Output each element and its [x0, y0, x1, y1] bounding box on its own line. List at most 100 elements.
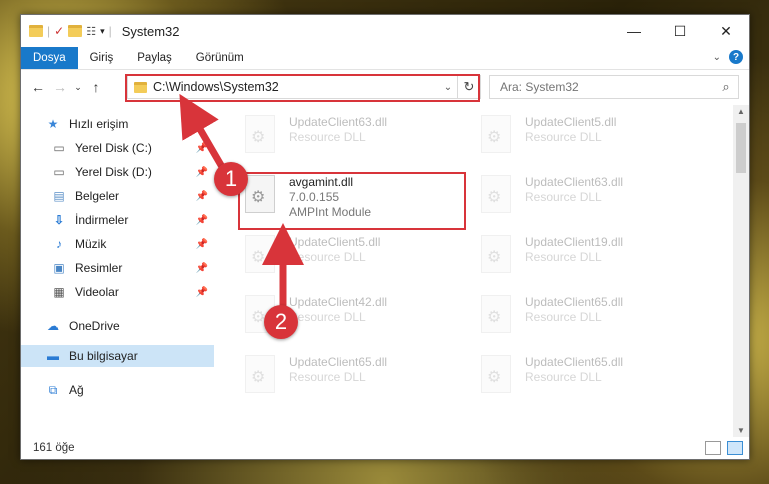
sidebar-item-this-pc[interactable]: ▬ Bu bilgisayar — [21, 345, 214, 367]
file-description: Resource DLL — [525, 190, 602, 204]
separator: | — [108, 24, 112, 38]
sidebar-item-onedrive[interactable]: ☁ OneDrive — [21, 315, 214, 337]
videos-icon: ▦ — [53, 285, 65, 299]
pin-icon[interactable]: 📌 — [196, 143, 208, 154]
file-item[interactable]: ⚙ UpdateClient63.dll Resource DLL — [243, 115, 471, 165]
tab-home[interactable]: Giriş — [78, 47, 126, 69]
file-item[interactable]: ⚙ UpdateClient19.dll Resource DLL — [479, 235, 707, 285]
file-name: UpdateClient5.dll — [525, 115, 617, 129]
music-icon: ♪ — [56, 237, 62, 251]
file-name: UpdateClient5.dll — [289, 235, 381, 249]
file-description: Resource DLL — [525, 310, 602, 324]
sidebar-item-label: Belgeler — [75, 189, 120, 203]
dll-file-icon: ⚙ — [243, 355, 277, 395]
pin-icon[interactable]: 📌 — [196, 167, 208, 178]
sidebar-item-music[interactable]: ♪ Müzik 📌 — [21, 233, 214, 255]
pin-icon[interactable]: 📌 — [196, 239, 208, 250]
file-item[interactable]: ⚙ UpdateClient5.dll Resource DLL — [479, 115, 707, 165]
forward-arrow-icon[interactable]: → — [49, 79, 71, 95]
star-icon: ★ — [47, 117, 59, 131]
new-folder-icon[interactable] — [68, 25, 83, 37]
file-item[interactable]: ⚙ UpdateClient65.dll Resource DLL — [479, 355, 707, 405]
sidebar-item-drive-c[interactable]: ▭ Yerel Disk (C:) 📌 — [21, 137, 214, 159]
customize-toolbar-icon[interactable]: ▾ — [100, 26, 105, 37]
sidebar-item-label: Hızlı erişim — [69, 117, 129, 131]
file-description: Resource DLL — [289, 250, 366, 264]
file-description: Resource DLL — [525, 130, 602, 144]
search-input[interactable] — [490, 79, 714, 95]
minimize-button[interactable]: — — [611, 15, 657, 47]
scrollbar-thumb[interactable] — [736, 123, 746, 173]
computer-icon: ▬ — [47, 349, 59, 363]
sidebar-item-downloads[interactable]: ⇩ İndirmeler 📌 — [21, 209, 214, 231]
pin-icon[interactable]: 📌 — [196, 263, 208, 274]
sidebar-item-label: Resimler — [75, 261, 123, 275]
file-description: Resource DLL — [289, 310, 366, 324]
address-highlight-box — [125, 74, 480, 102]
file-name: UpdateClient65.dll — [289, 355, 388, 369]
file-description: Resource DLL — [525, 250, 602, 264]
view-switcher — [705, 441, 743, 455]
sidebar-item-network[interactable]: ⧉ Ağ — [21, 379, 214, 401]
properties-icon[interactable]: ✓ — [54, 24, 64, 38]
dll-file-icon: ⚙ — [243, 235, 277, 275]
cloud-icon: ☁ — [47, 319, 59, 333]
dll-file-icon: ⚙ — [243, 115, 277, 155]
back-arrow-icon[interactable]: ← — [27, 79, 49, 95]
sidebar-item-label: OneDrive — [69, 319, 120, 333]
sidebar-item-pictures[interactable]: ▣ Resimler 📌 — [21, 257, 214, 279]
file-item[interactable]: ⚙ UpdateClient5.dll Resource DLL — [243, 235, 471, 285]
file-name: UpdateClient65.dll — [525, 295, 624, 309]
documents-icon: ▤ — [53, 189, 65, 203]
up-arrow-icon[interactable]: ↑ — [85, 79, 107, 95]
details-view-icon[interactable] — [705, 441, 721, 455]
dll-file-icon: ⚙ — [479, 115, 513, 155]
file-name: UpdateClient63.dll — [525, 175, 624, 189]
dll-file-icon: ⚙ — [479, 295, 513, 335]
help-icon[interactable]: ? — [729, 50, 743, 64]
close-button[interactable]: ✕ — [703, 15, 749, 47]
sidebar-item-label: Müzik — [75, 237, 107, 251]
sidebar-item-videos[interactable]: ▦ Videolar 📌 — [21, 281, 214, 303]
dll-file-icon: ⚙ — [479, 175, 513, 215]
file-description: Resource DLL — [525, 370, 602, 384]
network-icon: ⧉ — [48, 382, 58, 397]
pin-icon[interactable]: 📌 — [196, 191, 208, 202]
scroll-up-icon[interactable]: ▲ — [733, 107, 749, 116]
title-bar: | ✓ ☷ ▾ | System32 — ☐ ✕ — [21, 15, 749, 47]
tab-file[interactable]: Dosya — [21, 47, 78, 69]
pin-icon[interactable]: 📌 — [196, 287, 208, 298]
file-item[interactable]: ⚙ UpdateClient63.dll Resource DLL — [479, 175, 707, 225]
scroll-down-icon[interactable]: ▼ — [733, 426, 749, 435]
file-description: Resource DLL — [289, 370, 366, 384]
tab-view[interactable]: Görünüm — [184, 47, 256, 69]
recent-locations-icon[interactable]: ⌄ — [71, 82, 85, 93]
quick-access-toolbar: | ✓ ☷ ▾ | — [21, 24, 112, 38]
file-item[interactable]: ⚙ UpdateClient65.dll Resource DLL — [479, 295, 707, 345]
file-item[interactable]: ⚙ UpdateClient65.dll Resource DLL — [243, 355, 471, 405]
sidebar-item-label: İndirmeler — [75, 213, 129, 227]
folder-icon — [29, 25, 43, 37]
view-icon[interactable]: ☷ — [86, 25, 96, 38]
status-bar: 161 öğe — [21, 437, 749, 459]
sidebar-item-documents[interactable]: ▤ Belgeler 📌 — [21, 185, 214, 207]
callout-1: 1 — [214, 162, 248, 196]
navigation-pane: ★ Hızlı erişim ▭ Yerel Disk (C:) 📌 ▭ Yer… — [21, 105, 214, 437]
sidebar-item-label: Videolar — [75, 285, 119, 299]
file-description: Resource DLL — [289, 130, 366, 144]
expand-ribbon-icon[interactable]: ⌄ — [713, 52, 721, 63]
maximize-button[interactable]: ☐ — [657, 15, 703, 47]
separator: | — [47, 24, 51, 38]
search-icon[interactable]: ⌕ — [714, 79, 738, 95]
search-box[interactable]: ⌕ — [489, 75, 739, 99]
tiles-view-icon[interactable] — [727, 441, 743, 455]
window-controls: — ☐ ✕ — [611, 15, 749, 47]
file-list: ⚙ UpdateClient63.dll Resource DLL ⚙ Updat… — [221, 105, 731, 437]
vertical-scrollbar[interactable]: ▲ ▼ — [733, 105, 749, 437]
sidebar-item-label: Bu bilgisayar — [69, 349, 138, 363]
tab-share[interactable]: Paylaş — [125, 47, 184, 69]
sidebar-item-quick-access[interactable]: ★ Hızlı erişim — [21, 113, 214, 135]
pin-icon[interactable]: 📌 — [196, 215, 208, 226]
sidebar-item-drive-d[interactable]: ▭ Yerel Disk (D:) 📌 — [21, 161, 214, 183]
sidebar-item-label: Yerel Disk (C:) — [75, 141, 152, 155]
